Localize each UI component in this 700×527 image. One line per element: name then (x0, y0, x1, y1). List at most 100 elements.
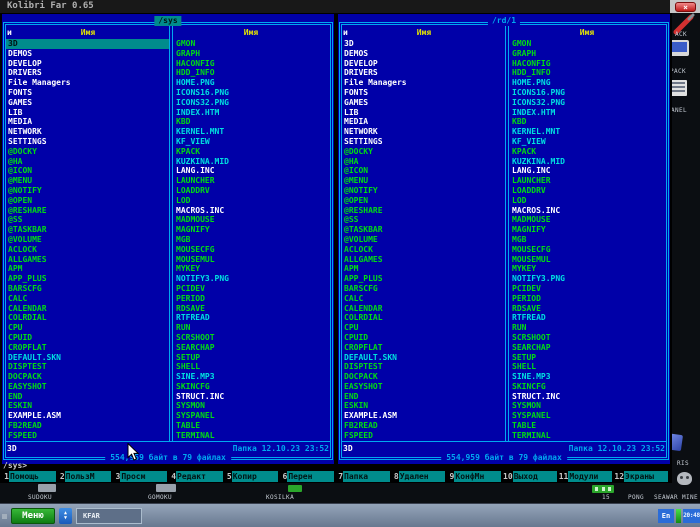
file-item[interactable]: DEMOS (342, 49, 505, 59)
file-item[interactable]: MADMOUSE (510, 215, 666, 225)
file-item[interactable]: ACLOCK (342, 245, 505, 255)
file-item[interactable]: LOD (510, 196, 666, 206)
cpu-usage-indicator[interactable] (676, 509, 681, 523)
file-item[interactable]: TERMINAL (174, 431, 330, 441)
file-item[interactable]: PCIDEV (510, 284, 666, 294)
file-item[interactable]: SHELL (174, 362, 330, 372)
file-item[interactable]: STRUCT.INC (174, 392, 330, 402)
file-item[interactable]: STRUCT.INC (510, 392, 666, 402)
file-item[interactable]: LOD (174, 196, 330, 206)
blob-icon[interactable] (677, 472, 692, 485)
file-item[interactable]: TABLE (510, 421, 666, 431)
desktop-icon-label[interactable]: SEAWAR (654, 494, 678, 501)
file-item[interactable]: CPU (6, 323, 169, 333)
desktop-icon-label[interactable]: KOSILKA (266, 494, 294, 501)
file-item[interactable]: SINE.MP3 (174, 372, 330, 382)
file-item[interactable]: DOCPACK (342, 372, 505, 382)
file-item[interactable]: END (6, 392, 169, 402)
file-item[interactable]: SCRSHOOT (510, 333, 666, 343)
file-item[interactable]: COLRDIAL (342, 313, 505, 323)
file-item[interactable]: MGB (510, 235, 666, 245)
file-item[interactable]: DEFAULT.SKN (342, 353, 505, 363)
file-item[interactable]: PCIDEV (174, 284, 330, 294)
file-item[interactable]: SYSMON (510, 401, 666, 411)
app-icon[interactable] (288, 485, 302, 492)
file-item[interactable]: APP_PLUS (342, 274, 505, 284)
file-item[interactable]: HDD_INFO (510, 68, 666, 78)
file-item[interactable]: ESKIN (342, 401, 505, 411)
file-item[interactable]: PERIOD (174, 294, 330, 304)
file-item[interactable]: MOUSEMUL (510, 255, 666, 265)
file-item[interactable]: @OPEN (342, 196, 505, 206)
file-item[interactable]: CPUID (6, 333, 169, 343)
file-item[interactable]: DRIVERS (6, 68, 169, 78)
file-item[interactable]: DEVELOP (6, 59, 169, 69)
file-item[interactable]: ALLGAMES (342, 255, 505, 265)
file-item[interactable]: LOADDRV (174, 186, 330, 196)
window-switcher-icon[interactable]: ▲ ▼ (59, 508, 72, 524)
file-item[interactable]: DOCPACK (6, 372, 169, 382)
file-item[interactable]: KF_VIEW (174, 137, 330, 147)
file-item[interactable]: END (342, 392, 505, 402)
file-item[interactable]: @MENU (342, 176, 505, 186)
file-item[interactable]: MADMOUSE (174, 215, 330, 225)
file-item[interactable]: KPACK (174, 147, 330, 157)
file-item[interactable]: PERIOD (510, 294, 666, 304)
panel-path[interactable]: /sys (154, 16, 181, 26)
file-item[interactable]: FB2READ (342, 421, 505, 431)
desktop-icon-label[interactable]: ACK (675, 31, 687, 38)
file-item[interactable]: SCRSHOOT (174, 333, 330, 343)
file-item[interactable]: INDEX.HTM (510, 108, 666, 118)
file-item[interactable]: MYKEY (510, 264, 666, 274)
file-item[interactable]: RUN (174, 323, 330, 333)
file-item[interactable]: MEDIA (6, 117, 169, 127)
command-line[interactable]: /sys> (3, 461, 27, 470)
file-item[interactable]: NETWORK (6, 127, 169, 137)
file-item[interactable]: @HA (342, 157, 505, 167)
file-item[interactable]: GMON (510, 39, 666, 49)
monitor-icon[interactable] (669, 40, 689, 56)
file-item[interactable]: MYKEY (174, 264, 330, 274)
fkey-5[interactable]: 5Копир (225, 471, 281, 482)
file-item[interactable]: DISPTEST (342, 362, 505, 372)
file-item[interactable]: ESKIN (6, 401, 169, 411)
file-item[interactable]: File Managers (342, 78, 505, 88)
file-item[interactable]: SETTINGS (342, 137, 505, 147)
file-item[interactable]: SYSMON (174, 401, 330, 411)
file-item[interactable]: LIB (6, 108, 169, 118)
file-item[interactable]: @ICON (6, 166, 169, 176)
file-item[interactable]: FB2READ (6, 421, 169, 431)
desktop-icon-label[interactable]: RIS (677, 460, 689, 467)
file-item[interactable]: LANG.INC (174, 166, 330, 176)
file-item[interactable]: MACROS.INC (174, 206, 330, 216)
file-item[interactable]: CROPFLAT (342, 343, 505, 353)
fkey-2[interactable]: 2ПользМ (58, 471, 114, 482)
file-item[interactable]: SINE.MP3 (510, 372, 666, 382)
file-item[interactable]: @VOLUME (342, 235, 505, 245)
desktop-icon-label[interactable]: 15 (602, 494, 610, 501)
desktop-icon-label[interactable]: PACK (670, 68, 686, 75)
desktop-icon-label[interactable]: SUDOKU (28, 494, 52, 501)
app-icon[interactable] (38, 484, 56, 492)
file-item[interactable]: DEVELOP (342, 59, 505, 69)
file-item[interactable]: INDEX.HTM (174, 108, 330, 118)
file-item[interactable]: GRAPH (510, 49, 666, 59)
file-item[interactable]: 3D (342, 39, 505, 49)
fkey-6[interactable]: 6Перен (280, 471, 336, 482)
file-item[interactable]: ICONS32.PNG (174, 98, 330, 108)
file-item[interactable]: LIB (342, 108, 505, 118)
file-item[interactable]: KBD (174, 117, 330, 127)
file-item[interactable]: ICONS16.PNG (174, 88, 330, 98)
file-item[interactable]: CALENDAR (342, 304, 505, 314)
file-item[interactable]: @NOTIFY (6, 186, 169, 196)
file-item[interactable]: CALENDAR (6, 304, 169, 314)
file-item[interactable]: SYSPANEL (174, 411, 330, 421)
file-item[interactable]: GAMES (342, 98, 505, 108)
file-item[interactable]: APP_PLUS (6, 274, 169, 284)
file-item[interactable]: MEDIA (342, 117, 505, 127)
file-item[interactable]: NOTIFY3.PNG (510, 274, 666, 284)
file-item[interactable]: MOUSECFG (174, 245, 330, 255)
desktop-icon-label[interactable]: GOMOKU (148, 494, 172, 501)
file-item[interactable]: @SS (6, 215, 169, 225)
task-button-kfar[interactable]: KFAR (76, 508, 142, 524)
